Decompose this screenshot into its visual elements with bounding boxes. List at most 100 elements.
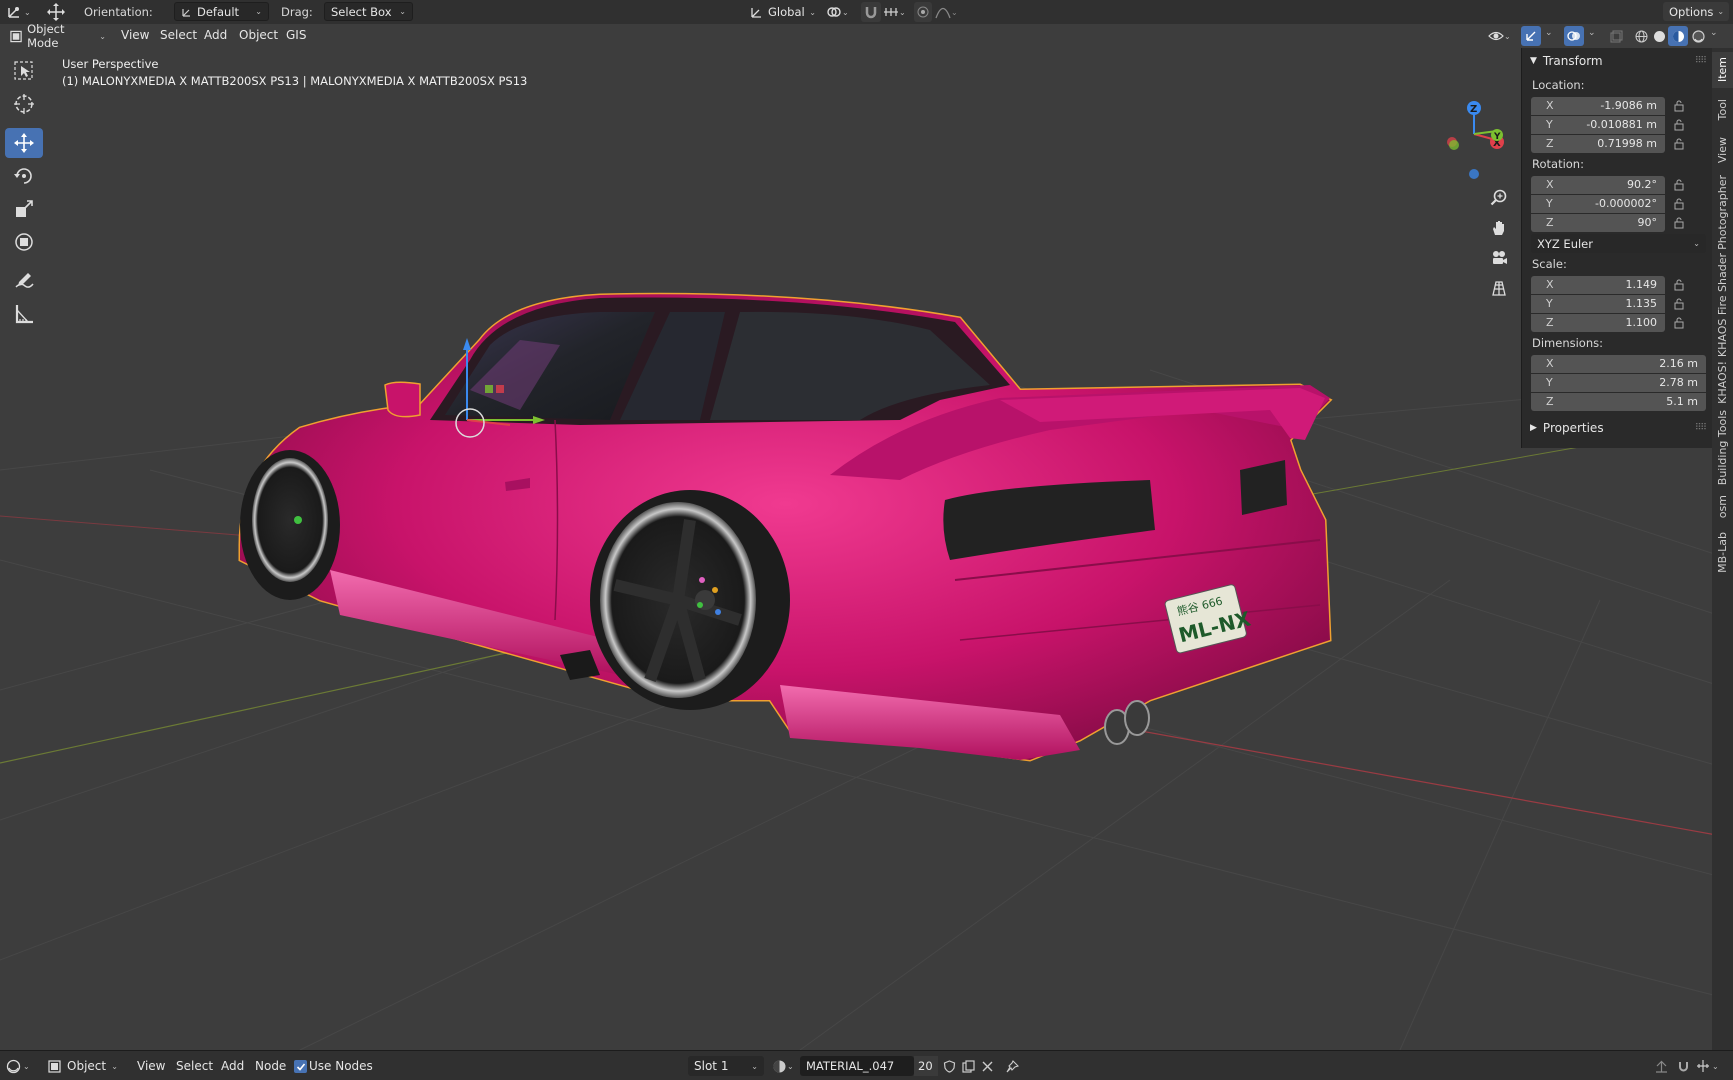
move-tool[interactable] (5, 128, 43, 158)
material-browse-button[interactable]: ⌄ (772, 1057, 798, 1075)
camera-view-button[interactable] (1485, 244, 1513, 272)
viewport-scene[interactable]: 熊谷 666 ML-NX (0, 48, 1733, 1050)
menu-view[interactable]: View (137, 1059, 165, 1073)
lock-icon[interactable] (1665, 119, 1693, 131)
tab-osm[interactable]: osm (1712, 492, 1733, 522)
cursor-tool[interactable] (5, 89, 43, 119)
overlay-dropdown-arrow[interactable]: ⌄ (1588, 28, 1596, 38)
dimensions-z-field[interactable]: Z 5.1 m (1531, 392, 1706, 411)
rotation-y-field[interactable]: Y -0.000002° (1531, 194, 1665, 213)
slot-dropdown[interactable]: Slot 1 ⌄ (688, 1056, 764, 1076)
transform-tool-icon[interactable] (46, 2, 68, 22)
material-users-count[interactable]: 20 (914, 1056, 938, 1076)
menu-select[interactable]: Select (176, 1059, 213, 1073)
zoom-button[interactable] (1485, 184, 1513, 212)
dimensions-y-field[interactable]: Y 2.78 m (1531, 373, 1706, 392)
drag-dropdown[interactable]: Select Box ⌄ (324, 2, 413, 21)
overlay-toggle[interactable] (1564, 26, 1584, 46)
scale-tool[interactable] (5, 194, 43, 224)
tab-khaos[interactable]: KHAOS! (1712, 360, 1733, 404)
rotation-z-field[interactable]: Z 90° (1531, 213, 1665, 232)
location-fields: X -1.9086 m Y -0.010881 m Z 0.71998 m (1522, 96, 1712, 153)
pin-button[interactable] (1003, 1057, 1021, 1075)
use-nodes-checkbox[interactable] (294, 1060, 307, 1073)
lock-icon[interactable] (1665, 138, 1693, 150)
tab-tool[interactable]: Tool (1712, 94, 1733, 126)
drag-grip-icon[interactable]: ⠿⠿ (1695, 423, 1707, 433)
fake-user-button[interactable] (940, 1057, 958, 1075)
menu-object[interactable]: Object (239, 28, 278, 42)
menu-add[interactable]: Add (221, 1059, 244, 1073)
shading-rendered[interactable] (1689, 27, 1707, 45)
rotation-x-field[interactable]: X 90.2° (1531, 175, 1665, 194)
rotation-mode-dropdown[interactable]: XYZ Euler ⌄ (1531, 234, 1706, 253)
tab-building-tools[interactable]: Building Tools (1712, 410, 1733, 486)
tab-mb-lab[interactable]: MB-Lab (1712, 528, 1733, 576)
snap-target-dropdown[interactable]: ⌄ (883, 2, 911, 22)
rotate-tool[interactable] (5, 161, 43, 191)
properties-panel-header[interactable]: ▶ Properties ⠿⠿ (1522, 417, 1712, 439)
lock-icon[interactable] (1665, 279, 1693, 291)
options-dropdown[interactable]: Options ⌄ (1663, 2, 1729, 21)
location-x-field[interactable]: X -1.9086 m (1531, 96, 1665, 115)
menu-add[interactable]: Add (204, 28, 227, 42)
top-header: ⌄ Orientation: Default ⌄ Drag: Select Bo… (0, 0, 1733, 24)
tab-khaos-fire-shader[interactable]: KHAOS Fire Shader (1712, 253, 1733, 357)
transform-space-dropdown[interactable]: Global ⌄ (746, 2, 820, 22)
editor-type-button[interactable]: ⌄ (6, 2, 34, 22)
visibility-dropdown[interactable]: ⌄ (1488, 27, 1516, 45)
annotate-tool[interactable] (5, 266, 43, 296)
scale-y-field[interactable]: Y 1.135 (1531, 294, 1665, 313)
dimensions-y-value: 2.78 m (1659, 376, 1698, 389)
shading-solid[interactable] (1650, 27, 1668, 45)
scale-z-field[interactable]: Z 1.100 (1531, 313, 1665, 332)
snap-toggle[interactable] (1674, 1057, 1692, 1075)
tab-photographer[interactable]: Photographer (1712, 174, 1733, 250)
duplicate-material-button[interactable] (959, 1057, 977, 1075)
falloff-dropdown[interactable]: ⌄ (935, 2, 963, 22)
gizmo-dropdown-arrow[interactable]: ⌄ (1545, 28, 1553, 38)
snap-mode-dropdown[interactable]: ⌄ (1696, 1057, 1728, 1075)
menu-view[interactable]: View (121, 28, 149, 42)
gizmo-toggle[interactable] (1521, 26, 1541, 46)
lock-icon[interactable] (1665, 198, 1693, 210)
lock-icon[interactable] (1665, 317, 1693, 329)
shading-material[interactable] (1668, 26, 1688, 46)
menu-select[interactable]: Select (160, 28, 197, 42)
orientation-dropdown[interactable]: Default ⌄ (174, 2, 269, 21)
unlink-material-button[interactable] (978, 1057, 996, 1075)
ortho-toggle-button[interactable] (1485, 274, 1513, 302)
transform-tool[interactable] (5, 227, 43, 257)
snap-toggle[interactable] (861, 2, 881, 22)
tab-view[interactable]: View (1712, 132, 1733, 168)
lock-icon[interactable] (1665, 179, 1693, 191)
drag-grip-icon[interactable]: ⠿⠿ (1695, 56, 1707, 66)
location-y-field[interactable]: Y -0.010881 m (1531, 115, 1665, 134)
select-box-tool[interactable] (5, 56, 43, 86)
mode-dropdown[interactable]: Object Mode ⌄ (6, 22, 110, 50)
dimensions-x-field[interactable]: X 2.16 m (1531, 354, 1706, 373)
material-name-field[interactable]: MATERIAL_.047 (800, 1056, 914, 1076)
navigation-gizmo[interactable]: Z X Y (1440, 100, 1510, 190)
shading-wireframe[interactable] (1632, 27, 1650, 45)
measure-tool[interactable] (5, 299, 43, 329)
location-z-field[interactable]: Z 0.71998 m (1531, 134, 1665, 153)
dimensions-z-value: 5.1 m (1666, 395, 1698, 408)
lock-icon[interactable] (1665, 217, 1693, 229)
xray-toggle[interactable] (1607, 27, 1625, 45)
lock-icon[interactable] (1665, 100, 1693, 112)
lock-icon[interactable] (1665, 298, 1693, 310)
menu-node[interactable]: Node (255, 1059, 286, 1073)
3d-viewport[interactable]: 熊谷 666 ML-NX User Perspective (1) MALONY… (0, 48, 1733, 1050)
pan-button[interactable] (1485, 214, 1513, 242)
tab-item[interactable]: Item (1712, 52, 1733, 88)
proportional-edit-toggle[interactable] (914, 2, 932, 22)
shader-type-dropdown[interactable]: Object ⌄ (42, 1056, 124, 1076)
pivot-point-button[interactable]: ⌄ (826, 2, 856, 22)
editor-type-button[interactable]: ⌄ (6, 1057, 34, 1075)
transform-panel-header[interactable]: ▼ Transform ⠿⠿ (1522, 50, 1712, 72)
shading-dropdown-arrow[interactable]: ⌄ (1710, 28, 1718, 38)
menu-gis[interactable]: GIS (286, 28, 306, 42)
scale-x-field[interactable]: X 1.149 (1531, 275, 1665, 294)
parent-node-tree-button[interactable] (1652, 1057, 1670, 1075)
